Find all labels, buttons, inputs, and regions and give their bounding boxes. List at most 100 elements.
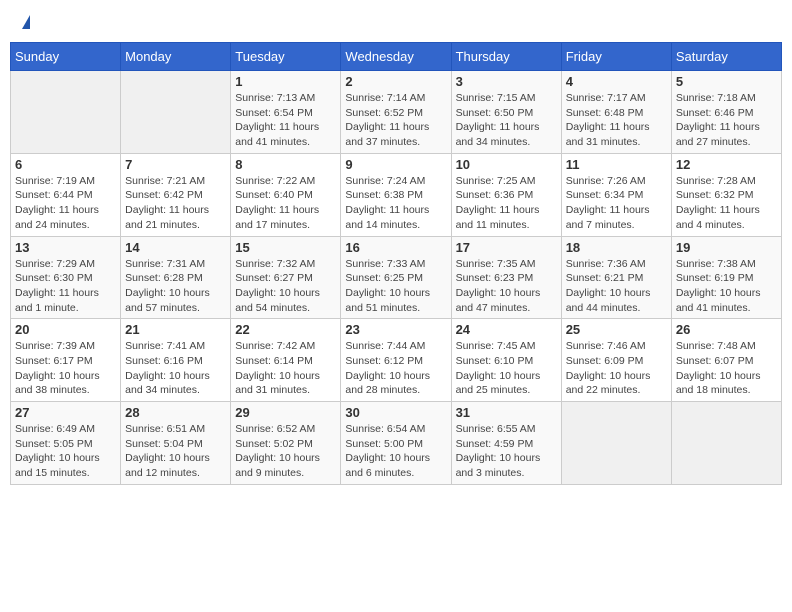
- calendar-day-cell: 7Sunrise: 7:21 AM Sunset: 6:42 PM Daylig…: [121, 153, 231, 236]
- calendar-day-cell: 10Sunrise: 7:25 AM Sunset: 6:36 PM Dayli…: [451, 153, 561, 236]
- day-number: 30: [345, 405, 446, 420]
- day-number: 21: [125, 322, 226, 337]
- day-info: Sunrise: 7:36 AM Sunset: 6:21 PM Dayligh…: [566, 257, 667, 316]
- day-number: 1: [235, 74, 336, 89]
- calendar-day-cell: 5Sunrise: 7:18 AM Sunset: 6:46 PM Daylig…: [671, 71, 781, 154]
- calendar-week-row: 13 Sunrise: 7:29 AM Sunset: 6:30 PM Dayli…: [11, 236, 782, 319]
- day-number: 2: [345, 74, 446, 89]
- day-info: Sunrise: 7:42 AM Sunset: 6:14 PM Dayligh…: [235, 339, 336, 398]
- day-number: 5: [676, 74, 777, 89]
- day-info: Sunrise: 7:45 AM Sunset: 6:10 PM Dayligh…: [456, 339, 557, 398]
- day-number: 8: [235, 157, 336, 172]
- calendar-day-cell: 30 Sunrise: 6:54 AM Sunset: 5:00 PM Dayli…: [341, 402, 451, 485]
- day-number: 6: [15, 157, 116, 172]
- day-number: 17: [456, 240, 557, 255]
- day-number: 10: [456, 157, 557, 172]
- calendar-day-cell: 19 Sunrise: 7:38 AM Sunset: 6:19 PM Dayli…: [671, 236, 781, 319]
- calendar-day-cell: 21 Sunrise: 7:41 AM Sunset: 6:16 PM Dayli…: [121, 319, 231, 402]
- day-number: 9: [345, 157, 446, 172]
- calendar-day-cell: 17 Sunrise: 7:35 AM Sunset: 6:23 PM Dayli…: [451, 236, 561, 319]
- day-number: 28: [125, 405, 226, 420]
- day-info: Sunrise: 7:31 AM Sunset: 6:28 PM Dayligh…: [125, 257, 226, 316]
- day-info: Sunrise: 7:41 AM Sunset: 6:16 PM Dayligh…: [125, 339, 226, 398]
- calendar-week-row: 6 Sunrise: 7:19 AM Sunset: 6:44 PM Daylig…: [11, 153, 782, 236]
- calendar-day-cell: 27 Sunrise: 6:49 AM Sunset: 5:05 PM Dayli…: [11, 402, 121, 485]
- day-info: Sunrise: 7:35 AM Sunset: 6:23 PM Dayligh…: [456, 257, 557, 316]
- calendar-week-row: 1Sunrise: 7:13 AM Sunset: 6:54 PM Daylig…: [11, 71, 782, 154]
- day-number: 11: [566, 157, 667, 172]
- day-of-week-header: Monday: [121, 43, 231, 71]
- day-info: Sunrise: 7:19 AM Sunset: 6:44 PM Dayligh…: [15, 174, 116, 233]
- calendar-day-cell: 9Sunrise: 7:24 AM Sunset: 6:38 PM Daylig…: [341, 153, 451, 236]
- day-info: Sunrise: 6:52 AM Sunset: 5:02 PM Dayligh…: [235, 422, 336, 481]
- day-info: Sunrise: 6:55 AM Sunset: 4:59 PM Dayligh…: [456, 422, 557, 481]
- calendar-day-cell: 23 Sunrise: 7:44 AM Sunset: 6:12 PM Dayli…: [341, 319, 451, 402]
- day-number: 3: [456, 74, 557, 89]
- calendar-day-cell: 11 Sunrise: 7:26 AM Sunset: 6:34 PM Dayli…: [561, 153, 671, 236]
- calendar-day-cell: [11, 71, 121, 154]
- day-of-week-header: Wednesday: [341, 43, 451, 71]
- day-number: 31: [456, 405, 557, 420]
- logo-triangle-icon: [22, 15, 30, 29]
- calendar-day-cell: 29 Sunrise: 6:52 AM Sunset: 5:02 PM Dayli…: [231, 402, 341, 485]
- day-info: Sunrise: 7:22 AM Sunset: 6:40 PM Dayligh…: [235, 174, 336, 233]
- day-number: 29: [235, 405, 336, 420]
- day-of-week-header: Thursday: [451, 43, 561, 71]
- day-info: Sunrise: 7:15 AM Sunset: 6:50 PM Dayligh…: [456, 91, 557, 150]
- calendar-day-cell: 8 Sunrise: 7:22 AM Sunset: 6:40 PM Daylig…: [231, 153, 341, 236]
- calendar-day-cell: 20 Sunrise: 7:39 AM Sunset: 6:17 PM Dayli…: [11, 319, 121, 402]
- day-number: 23: [345, 322, 446, 337]
- day-info: Sunrise: 7:29 AM Sunset: 6:30 PM Dayligh…: [15, 257, 116, 316]
- calendar-day-cell: [561, 402, 671, 485]
- logo: [20, 15, 30, 29]
- day-info: Sunrise: 7:39 AM Sunset: 6:17 PM Dayligh…: [15, 339, 116, 398]
- calendar-day-cell: 28 Sunrise: 6:51 AM Sunset: 5:04 PM Dayli…: [121, 402, 231, 485]
- day-number: 25: [566, 322, 667, 337]
- calendar-week-row: 27 Sunrise: 6:49 AM Sunset: 5:05 PM Dayli…: [11, 402, 782, 485]
- calendar-day-cell: 6 Sunrise: 7:19 AM Sunset: 6:44 PM Daylig…: [11, 153, 121, 236]
- calendar-day-cell: 2 Sunrise: 7:14 AM Sunset: 6:52 PM Daylig…: [341, 71, 451, 154]
- calendar-day-cell: [121, 71, 231, 154]
- day-number: 18: [566, 240, 667, 255]
- calendar-day-cell: 26 Sunrise: 7:48 AM Sunset: 6:07 PM Dayli…: [671, 319, 781, 402]
- day-info: Sunrise: 6:54 AM Sunset: 5:00 PM Dayligh…: [345, 422, 446, 481]
- day-number: 13: [15, 240, 116, 255]
- calendar-day-cell: 14 Sunrise: 7:31 AM Sunset: 6:28 PM Dayli…: [121, 236, 231, 319]
- day-info: Sunrise: 7:46 AM Sunset: 6:09 PM Dayligh…: [566, 339, 667, 398]
- day-info: Sunrise: 7:26 AM Sunset: 6:34 PM Dayligh…: [566, 174, 667, 233]
- calendar-week-row: 20 Sunrise: 7:39 AM Sunset: 6:17 PM Dayli…: [11, 319, 782, 402]
- day-number: 19: [676, 240, 777, 255]
- day-of-week-header: Saturday: [671, 43, 781, 71]
- calendar-day-cell: 15 Sunrise: 7:32 AM Sunset: 6:27 PM Dayli…: [231, 236, 341, 319]
- calendar-day-cell: 18 Sunrise: 7:36 AM Sunset: 6:21 PM Dayli…: [561, 236, 671, 319]
- day-info: Sunrise: 7:33 AM Sunset: 6:25 PM Dayligh…: [345, 257, 446, 316]
- day-number: 15: [235, 240, 336, 255]
- day-info: Sunrise: 7:17 AM Sunset: 6:48 PM Dayligh…: [566, 91, 667, 150]
- day-info: Sunrise: 6:51 AM Sunset: 5:04 PM Dayligh…: [125, 422, 226, 481]
- day-info: Sunrise: 7:38 AM Sunset: 6:19 PM Dayligh…: [676, 257, 777, 316]
- day-number: 26: [676, 322, 777, 337]
- calendar-header-row: SundayMondayTuesdayWednesdayThursdayFrid…: [11, 43, 782, 71]
- day-of-week-header: Sunday: [11, 43, 121, 71]
- calendar-day-cell: 16Sunrise: 7:33 AM Sunset: 6:25 PM Dayli…: [341, 236, 451, 319]
- day-number: 24: [456, 322, 557, 337]
- header: [10, 10, 782, 34]
- day-number: 12: [676, 157, 777, 172]
- day-number: 20: [15, 322, 116, 337]
- calendar-day-cell: 12 Sunrise: 7:28 AM Sunset: 6:32 PM Dayli…: [671, 153, 781, 236]
- day-info: Sunrise: 6:49 AM Sunset: 5:05 PM Dayligh…: [15, 422, 116, 481]
- day-number: 27: [15, 405, 116, 420]
- day-info: Sunrise: 7:48 AM Sunset: 6:07 PM Dayligh…: [676, 339, 777, 398]
- day-number: 4: [566, 74, 667, 89]
- calendar-day-cell: 1Sunrise: 7:13 AM Sunset: 6:54 PM Daylig…: [231, 71, 341, 154]
- day-number: 14: [125, 240, 226, 255]
- day-info: Sunrise: 7:14 AM Sunset: 6:52 PM Dayligh…: [345, 91, 446, 150]
- calendar-day-cell: 13 Sunrise: 7:29 AM Sunset: 6:30 PM Dayli…: [11, 236, 121, 319]
- day-info: Sunrise: 7:28 AM Sunset: 6:32 PM Dayligh…: [676, 174, 777, 233]
- day-of-week-header: Tuesday: [231, 43, 341, 71]
- day-info: Sunrise: 7:32 AM Sunset: 6:27 PM Dayligh…: [235, 257, 336, 316]
- calendar-day-cell: 22Sunrise: 7:42 AM Sunset: 6:14 PM Dayli…: [231, 319, 341, 402]
- calendar-day-cell: 3 Sunrise: 7:15 AM Sunset: 6:50 PM Daylig…: [451, 71, 561, 154]
- day-info: Sunrise: 7:21 AM Sunset: 6:42 PM Dayligh…: [125, 174, 226, 233]
- day-info: Sunrise: 7:44 AM Sunset: 6:12 PM Dayligh…: [345, 339, 446, 398]
